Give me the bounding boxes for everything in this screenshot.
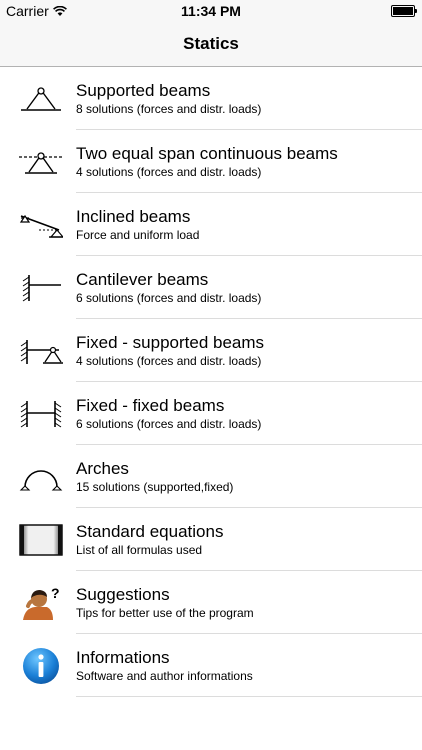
item-title: Informations <box>76 647 170 667</box>
item-title: Fixed - supported beams <box>76 332 265 352</box>
list-item-fixed-supported-beams[interactable]: Fixed - supported beams 4 solutions (for… <box>0 319 422 382</box>
item-subtitle: List of all formulas used <box>76 542 203 557</box>
item-subtitle: 6 solutions (forces and distr. loads) <box>76 290 262 305</box>
continuous-beam-icon <box>18 144 64 180</box>
navigation-bar: Statics <box>0 22 422 67</box>
menu-list: Supported beams 8 solutions (forces and … <box>0 67 422 697</box>
cantilever-beam-icon <box>18 270 64 306</box>
item-title: Supported beams <box>76 80 211 100</box>
page-title: Statics <box>183 34 239 53</box>
item-title: Arches <box>76 458 129 478</box>
item-subtitle: 8 solutions (forces and distr. loads) <box>76 101 262 116</box>
inclined-beam-icon <box>18 207 64 243</box>
list-item-arches[interactable]: Arches 15 solutions (supported,fixed) <box>0 445 422 508</box>
thinking-person-icon: ? <box>18 585 64 621</box>
supported-beam-icon <box>18 81 64 117</box>
arch-icon <box>18 459 64 495</box>
list-item-inclined-beams[interactable]: Inclined beams Force and uniform load <box>0 193 422 256</box>
item-subtitle: Software and author informations <box>76 668 253 683</box>
list-item-fixed-fixed-beams[interactable]: Fixed - fixed beams 6 solutions (forces … <box>0 382 422 445</box>
item-title: Cantilever beams <box>76 269 209 289</box>
book-icon <box>18 522 64 558</box>
item-title: Standard equations <box>76 521 224 541</box>
item-title: Fixed - fixed beams <box>76 395 225 415</box>
item-title: Suggestions <box>76 584 170 604</box>
status-bar: Carrier 11:34 PM <box>0 0 422 22</box>
item-subtitle: Tips for better use of the program <box>76 605 254 620</box>
info-icon <box>18 647 64 684</box>
svg-text:?: ? <box>51 586 60 601</box>
item-subtitle: 4 solutions (forces and distr. loads) <box>76 353 262 368</box>
list-item-cantilever-beams[interactable]: Cantilever beams 6 solutions (forces and… <box>0 256 422 319</box>
fixed-supported-beam-icon <box>18 333 64 369</box>
item-title: Two equal span continuous beams <box>76 143 338 163</box>
list-item-standard-equations[interactable]: Standard equations List of all formulas … <box>0 508 422 571</box>
fixed-fixed-beam-icon <box>18 396 64 432</box>
item-subtitle: 4 solutions (forces and distr. loads) <box>76 164 262 179</box>
item-title: Inclined beams <box>76 206 191 226</box>
list-item-informations[interactable]: Informations Software and author informa… <box>0 634 422 697</box>
list-item-supported-beams[interactable]: Supported beams 8 solutions (forces and … <box>0 67 422 130</box>
item-subtitle: 15 solutions (supported,fixed) <box>76 479 234 494</box>
item-subtitle: Force and uniform load <box>76 227 200 242</box>
item-subtitle: 6 solutions (forces and distr. loads) <box>76 416 262 431</box>
list-item-continuous-beams[interactable]: Two equal span continuous beams 4 soluti… <box>0 130 422 193</box>
clock: 11:34 PM <box>181 3 241 19</box>
list-item-suggestions[interactable]: ? Suggestions Tips for better use of the… <box>0 571 422 634</box>
battery-icon <box>391 5 417 17</box>
